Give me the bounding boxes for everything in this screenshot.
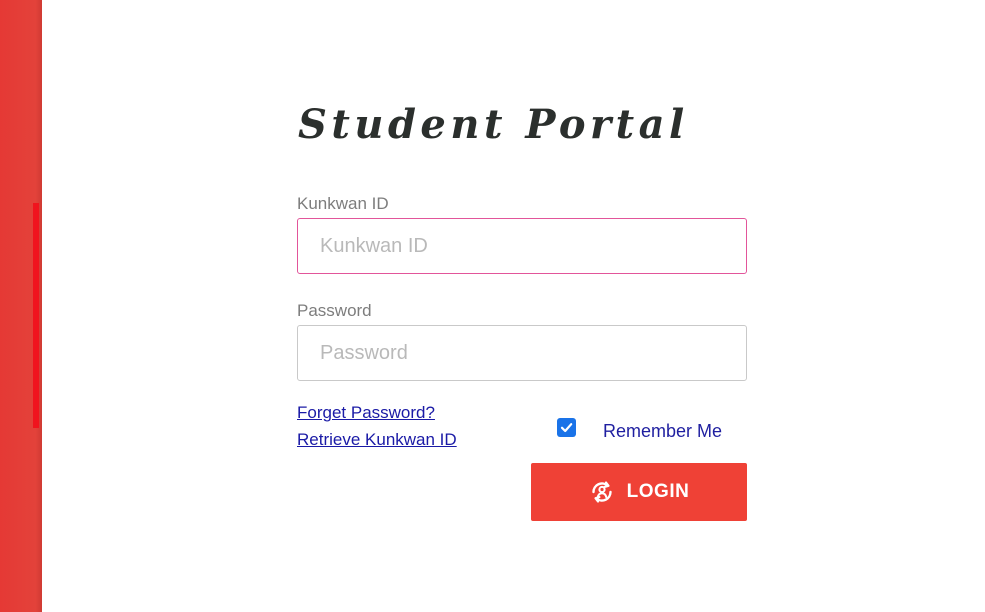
login-page: Student Portal Kunkwan ID Password Forge… [0, 0, 985, 612]
side-bar-accent [33, 203, 39, 428]
password-label: Password [297, 301, 372, 320]
kunkwan-id-input[interactable] [297, 218, 747, 274]
checkmark-icon [560, 423, 573, 433]
login-icon [589, 479, 615, 505]
page-title: Student Portal [298, 101, 689, 148]
remember-me-checkbox[interactable] [557, 418, 576, 437]
retrieve-id-link[interactable]: Retrieve Kunkwan ID [297, 430, 457, 450]
forget-password-link[interactable]: Forget Password? [297, 403, 435, 423]
remember-me-label: Remember Me [603, 421, 723, 441]
login-button-label: LOGIN [626, 481, 690, 502]
login-button[interactable]: LOGIN [531, 463, 747, 521]
password-input[interactable] [297, 325, 747, 381]
kunkwan-id-label: Kunkwan ID [297, 194, 389, 213]
